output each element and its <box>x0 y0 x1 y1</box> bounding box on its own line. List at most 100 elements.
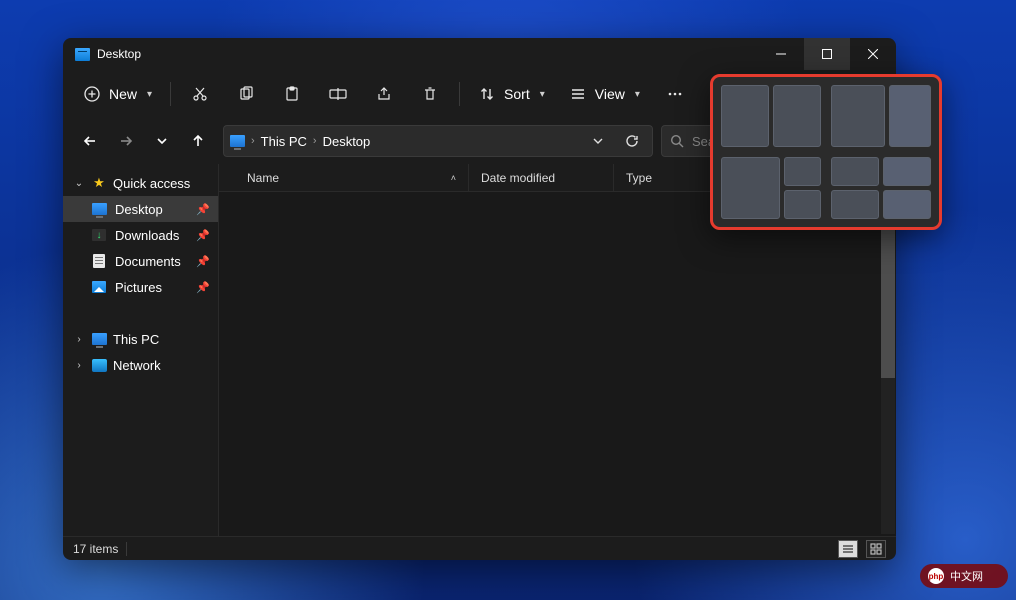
snap-zone[interactable] <box>721 85 769 147</box>
chevron-down-icon: ▾ <box>635 89 640 100</box>
toolbar-divider <box>459 82 460 106</box>
copy-button[interactable] <box>225 76 267 112</box>
chevron-down-icon: ▾ <box>147 89 152 100</box>
tree-this-pc[interactable]: › This PC <box>63 326 218 352</box>
sort-icon <box>478 85 496 103</box>
search-icon <box>670 134 684 148</box>
rename-button[interactable] <box>317 76 359 112</box>
pin-icon: 📌 <box>196 203 210 216</box>
more-icon <box>666 85 684 103</box>
pin-icon: 📌 <box>196 281 210 294</box>
paste-icon <box>283 85 301 103</box>
status-bar: 17 items <box>63 536 896 560</box>
cut-button[interactable] <box>179 76 221 112</box>
view-button-label: View <box>595 86 625 102</box>
watermark-text: 中文网 <box>950 568 983 584</box>
refresh-button[interactable] <box>618 127 646 155</box>
status-divider <box>126 542 127 556</box>
chevron-right-icon[interactable]: › <box>73 334 85 345</box>
window-app-icon <box>75 48 90 61</box>
network-icon <box>91 357 107 373</box>
forward-button[interactable] <box>109 125 143 157</box>
watermark-logo-icon: php <box>928 568 944 584</box>
cut-icon <box>191 85 209 103</box>
more-button[interactable] <box>654 76 696 112</box>
column-name[interactable]: Name ˄ <box>219 164 469 191</box>
monitor-icon <box>91 331 107 347</box>
snap-zone[interactable] <box>883 157 931 186</box>
vertical-scrollbar[interactable] <box>881 194 895 534</box>
recent-locations-button[interactable] <box>145 125 179 157</box>
tree-label: Network <box>113 358 161 373</box>
snap-layout-split-2[interactable] <box>721 85 821 147</box>
thumbnails-view-button[interactable] <box>866 540 886 558</box>
new-plus-icon <box>83 85 101 103</box>
snap-zone[interactable] <box>721 157 780 219</box>
pin-icon: 📌 <box>196 229 210 242</box>
back-button[interactable] <box>73 125 107 157</box>
sidebar-item-label: Downloads <box>115 228 179 243</box>
address-dropdown-button[interactable] <box>584 127 612 155</box>
breadcrumb-separator-icon: › <box>251 135 255 147</box>
file-list[interactable] <box>219 192 896 536</box>
view-icon <box>569 85 587 103</box>
column-date-modified[interactable]: Date modified <box>469 164 614 191</box>
sidebar-item-desktop[interactable]: Desktop 📌 <box>63 196 218 222</box>
sidebar-item-documents[interactable]: Documents 📌 <box>63 248 218 274</box>
document-icon <box>91 253 107 269</box>
tree-quick-access[interactable]: ⌄ ★ Quick access <box>63 170 218 196</box>
snap-layout-split-2-wide[interactable] <box>831 85 931 147</box>
sidebar-item-pictures[interactable]: Pictures 📌 <box>63 274 218 300</box>
snap-zone[interactable] <box>831 85 885 147</box>
close-button[interactable] <box>850 38 896 70</box>
minimize-button[interactable] <box>758 38 804 70</box>
snap-zone[interactable] <box>889 85 931 147</box>
tree-network[interactable]: › Network <box>63 352 218 378</box>
sort-button[interactable]: Sort ▾ <box>468 76 555 112</box>
snap-zone[interactable] <box>831 157 879 186</box>
new-button[interactable]: New ▾ <box>73 76 162 112</box>
snap-zone[interactable] <box>784 190 821 219</box>
navigation-pane[interactable]: ⌄ ★ Quick access Desktop 📌 Downloads 📌 D… <box>63 164 218 536</box>
toolbar-divider <box>170 82 171 106</box>
pictures-icon <box>91 279 107 295</box>
pin-icon: 📌 <box>196 255 210 268</box>
sidebar-item-label: Pictures <box>115 280 162 295</box>
sidebar-item-label: Desktop <box>115 202 163 217</box>
up-button[interactable] <box>181 125 215 157</box>
scrollbar-track[interactable] <box>881 378 895 534</box>
share-button[interactable] <box>363 76 405 112</box>
snap-zone[interactable] <box>773 85 821 147</box>
snap-zone[interactable] <box>784 157 821 186</box>
snap-zone[interactable] <box>831 190 879 219</box>
maximize-button[interactable] <box>804 38 850 70</box>
rename-icon <box>329 85 347 103</box>
delete-button[interactable] <box>409 76 451 112</box>
details-view-button[interactable] <box>838 540 858 558</box>
chevron-down-icon[interactable]: ⌄ <box>73 178 85 189</box>
breadcrumb-segment[interactable]: This PC <box>261 134 307 149</box>
download-icon <box>91 227 107 243</box>
watermark-badge: php 中文网 <box>920 564 1008 588</box>
sort-button-label: Sort <box>504 86 530 102</box>
paste-button[interactable] <box>271 76 313 112</box>
monitor-icon <box>91 201 107 217</box>
chevron-down-icon: ▾ <box>540 89 545 100</box>
snap-layout-quad[interactable] <box>831 157 931 219</box>
snap-layouts-flyout[interactable] <box>710 74 942 230</box>
tree-label: This PC <box>113 332 159 347</box>
breadcrumb-segment[interactable]: Desktop <box>323 134 371 149</box>
snap-zone[interactable] <box>883 190 931 219</box>
sidebar-item-downloads[interactable]: Downloads 📌 <box>63 222 218 248</box>
chevron-right-icon[interactable]: › <box>73 360 85 371</box>
view-button[interactable]: View ▾ <box>559 76 650 112</box>
titlebar[interactable]: Desktop <box>63 38 896 70</box>
share-icon <box>375 85 393 103</box>
location-monitor-icon <box>230 135 245 147</box>
new-button-label: New <box>109 86 137 102</box>
address-bar[interactable]: › This PC › Desktop <box>223 125 653 157</box>
snap-layout-1-plus-2[interactable] <box>721 157 821 219</box>
tree-label: Quick access <box>113 176 190 191</box>
sort-caret-icon: ˄ <box>451 173 456 183</box>
trash-icon <box>421 85 439 103</box>
